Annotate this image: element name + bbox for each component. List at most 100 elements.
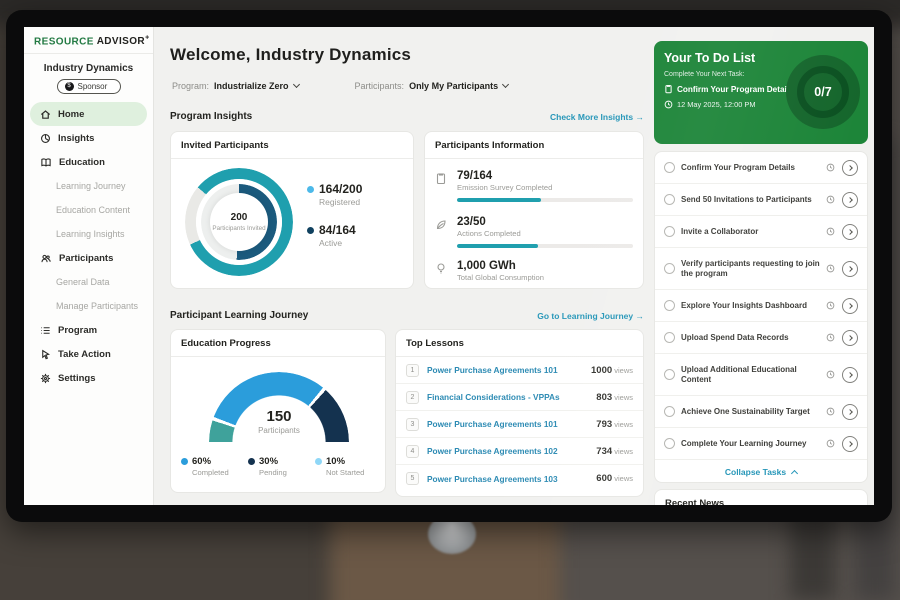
sidebar-item-insights[interactable]: Insights [24,126,153,150]
actions-progress-bar [457,244,633,248]
sidebar-item-learning-insights[interactable]: Learning Insights [24,222,153,246]
page-title: Welcome, Industry Dynamics [170,45,411,65]
task-go-button[interactable] [842,192,858,208]
education-legend: 60% Completed 30% Pending 10% Not Starte… [181,456,377,477]
task-checkbox[interactable] [664,332,675,343]
sidebar-item-participants[interactable]: Participants [24,246,153,270]
todo-counter: 0/7 [797,66,849,118]
task-checkbox[interactable] [664,162,675,173]
sponsor-badge-label: Sponsor [78,82,108,91]
sidebar: RESOURCE ADVISOR+ Industry Dynamics $ Sp… [24,27,154,505]
sidebar-item-home[interactable]: Home [30,102,147,126]
chevron-down-icon [292,81,299,88]
monitor-bezel: RESOURCE ADVISOR+ Industry Dynamics $ Sp… [6,10,892,522]
rank-badge: 2 [406,391,419,404]
sidebar-item-general-data[interactable]: General Data [24,270,153,294]
sidebar-item-manage-participants[interactable]: Manage Participants [24,294,153,318]
lightbulb-icon [435,262,447,275]
task-row[interactable]: Send 50 Invitations to Participants [655,184,867,216]
not-started-dot [315,458,322,465]
recent-news-card: Recent News [654,489,868,505]
collapse-tasks-link[interactable]: Collapse Tasks [655,460,867,483]
sponsor-badge[interactable]: $ Sponsor [57,79,121,94]
info-row-consumption: 1,000 GWhTotal Global Consumption [435,260,635,282]
sidebar-item-education-content[interactable]: Education Content [24,198,153,222]
rank-badge: 4 [406,445,419,458]
task-row[interactable]: Confirm Your Program Details [655,152,867,184]
task-row[interactable]: Upload Spend Data Records [655,322,867,354]
views-count: 1000 views [591,365,633,376]
sponsor-badge-icon: $ [65,82,74,91]
insights-icon [40,133,51,144]
chevron-down-icon [502,81,509,88]
section-title-learning-journey: Participant Learning Journey [170,310,308,321]
lesson-link[interactable]: Power Purchase Agreements 103 [427,474,596,484]
lesson-link[interactable]: Power Purchase Agreements 101 [427,419,596,429]
rank-badge: 5 [406,472,419,485]
card-title: Invited Participants [171,132,413,159]
task-clock-icon [826,264,835,273]
views-count: 793 views [596,419,633,430]
clipboard-icon [664,84,673,94]
sidebar-item-settings[interactable]: Settings [24,366,153,390]
task-row[interactable]: Invite a Collaborator [655,216,867,248]
legend-item-completed: 60% Completed [181,456,243,477]
sidebar-nav: Home Insights Education Learning Journey… [24,102,153,390]
sidebar-item-program[interactable]: Program [24,318,153,342]
section-title-program-insights: Program Insights [170,111,252,122]
task-clock-icon [826,370,835,379]
home-icon [40,109,51,120]
lesson-link[interactable]: Power Purchase Agreements 102 [427,446,596,456]
task-row[interactable]: Complete Your Learning Journey [655,428,867,460]
task-go-button[interactable] [842,160,858,176]
task-checkbox[interactable] [664,438,675,449]
list-icon [40,325,51,336]
task-row[interactable]: Upload Additional Educational Content [655,354,867,396]
leaf-icon [435,218,447,231]
dashboard-screen: RESOURCE ADVISOR+ Industry Dynamics $ Sp… [24,27,874,505]
program-filter[interactable]: Program: Industrialize Zero [172,81,299,91]
top-lessons-card: Top Lessons 1 Power Purchase Agreements … [395,329,644,497]
task-checkbox[interactable] [664,300,675,311]
rank-badge: 1 [406,364,419,377]
logo-primary: RESOURCE [34,36,94,47]
task-checkbox[interactable] [664,406,675,417]
task-checkbox[interactable] [664,263,675,274]
sidebar-item-take-action[interactable]: Take Action [24,342,153,366]
task-row[interactable]: Explore Your Insights Dashboard [655,290,867,322]
legend-item-registered: 164/200 Registered [307,182,362,207]
task-checkbox[interactable] [664,226,675,237]
views-count: 734 views [596,446,633,457]
education-progress-card: Education Progress 150 Participants 60% … [170,329,386,493]
lesson-row: 1 Power Purchase Agreements 101 1000 vie… [396,357,643,384]
lesson-row: 5 Power Purchase Agreements 103 600 view… [396,465,643,492]
task-row[interactable]: Achieve One Sustainability Target [655,396,867,428]
task-go-button[interactable] [842,330,858,346]
participants-filter[interactable]: Participants: Only My Participants [355,81,509,91]
lesson-link[interactable]: Financial Considerations - VPPAs [427,392,596,402]
task-go-button[interactable] [842,261,858,277]
arrow-right-icon: → [636,112,645,122]
sidebar-item-education[interactable]: Education [24,150,153,174]
invited-participants-card: Invited Participants 200 Participants In… [170,131,414,289]
task-row[interactable]: Verify participants requesting to join t… [655,248,867,290]
tasks-card: Confirm Your Program Details Send 50 Inv… [654,151,868,483]
task-go-button[interactable] [842,436,858,452]
pending-dot [248,458,255,465]
todo-progress-ring: 0/7 [786,55,860,129]
task-checkbox[interactable] [664,194,675,205]
lesson-link[interactable]: Power Purchase Agreements 101 [427,365,591,375]
task-go-button[interactable] [842,367,858,383]
participants-filter-label: Participants: [355,81,405,91]
check-more-insights-link[interactable]: Check More Insights → [550,112,644,122]
task-checkbox[interactable] [664,369,675,380]
task-clock-icon [826,333,835,342]
task-go-button[interactable] [842,298,858,314]
task-go-button[interactable] [842,404,858,420]
task-go-button[interactable] [842,224,858,240]
participants-information-card: Participants Information 79/164Emission … [424,131,644,289]
sidebar-item-learning-journey[interactable]: Learning Journey [24,174,153,198]
lesson-row: 3 Power Purchase Agreements 101 793 view… [396,411,643,438]
legend-item-active: 84/164 Active [307,223,362,248]
go-to-learning-journey-link[interactable]: Go to Learning Journey → [537,311,644,321]
